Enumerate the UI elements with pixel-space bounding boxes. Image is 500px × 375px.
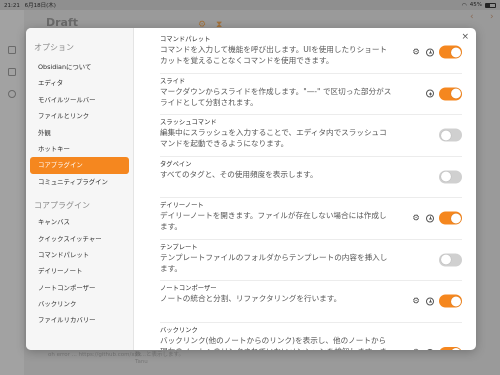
toggle-knob bbox=[450, 88, 461, 99]
toggle-knob bbox=[450, 213, 461, 224]
plugin-description: ノートの統合と分割、リファクタリングを行います。 bbox=[160, 294, 342, 303]
status-time: 21:21 bbox=[4, 3, 20, 9]
plugin-title: コマンドパレット bbox=[160, 36, 211, 43]
sidebar-section-core: コアプラグイン bbox=[34, 201, 90, 211]
plugin-title: デイリーノート bbox=[160, 202, 204, 209]
sidebar-core-list: キャンバス クイックスイッチャー コマンドパレット デイリーノート ノートコンポ… bbox=[26, 214, 133, 329]
plugin-title: ノートコンポーザー bbox=[160, 285, 217, 292]
plugin-toggle[interactable] bbox=[439, 170, 462, 184]
plugin-list: × コマンドパレット コマンドを入力して機能を呼び出します。UIを使用したりショ… bbox=[134, 28, 476, 350]
plugin-row: スラッシュコマンド 編集中にスラッシュを入力することで、エディタ内でスラッシュコ… bbox=[160, 115, 462, 157]
plugin-toggle[interactable] bbox=[439, 253, 462, 267]
gear-icon[interactable]: ⚙ bbox=[411, 213, 421, 223]
toggle-knob bbox=[440, 130, 451, 141]
plugin-description: コマンドを入力して機能を呼び出します。UIを使用したりショートカットを覚えること… bbox=[160, 45, 388, 65]
plus-circle-icon[interactable] bbox=[426, 89, 434, 98]
plugin-row: タグペイン すべてのタグと、その使用頻度を表示します。 bbox=[160, 157, 462, 198]
plugin-toggle[interactable] bbox=[439, 128, 462, 142]
plugin-title: テンプレート bbox=[160, 243, 198, 251]
sidebar-item-hotkeys[interactable]: ホットキー bbox=[30, 141, 129, 157]
plugin-title: タグペイン bbox=[160, 160, 192, 168]
plugin-row: ノートコンポーザー ノートの統合と分割、リファクタリングを行います。 ⚙ bbox=[160, 281, 462, 323]
gear-icon[interactable]: ⚙ bbox=[411, 47, 421, 57]
settings-modal: オプション Obsidianについて エディタ モバイルツールバー ファイルとリ… bbox=[26, 28, 476, 350]
plugin-title: バックリンク bbox=[160, 326, 198, 334]
tag-icon bbox=[8, 90, 16, 98]
plugin-toggle[interactable] bbox=[439, 87, 462, 101]
gear-icon[interactable]: ⚙ bbox=[411, 348, 421, 350]
sidebar-item-canvas[interactable]: キャンバス bbox=[30, 214, 129, 230]
plugin-controls bbox=[439, 170, 462, 184]
plugin-description: デイリーノートを開きます。ファイルが存在しない場合には作成します。 bbox=[160, 211, 387, 231]
plugin-description: テンプレートファイルのフォルダからテンプレートの内容を挿入します。 bbox=[160, 252, 388, 273]
sidebar-item-community-plugins[interactable]: コミュニティプラグイン bbox=[30, 174, 129, 190]
sidebar-item-about[interactable]: Obsidianについて bbox=[30, 59, 129, 75]
plugin-description: 編集中にスラッシュを入力することで、エディタ内でスラッシュコマンドを起動できるよ… bbox=[160, 128, 387, 148]
sidebar-item-editor[interactable]: エディタ bbox=[30, 75, 129, 91]
background-ribbon bbox=[0, 10, 24, 375]
status-date: 6月18日(木) bbox=[24, 3, 56, 9]
status-bar-left: 21:21 6月18日(木) bbox=[4, 1, 56, 9]
background-forward-icon: › bbox=[490, 12, 494, 22]
plugin-row: テンプレート テンプレートファイルのフォルダからテンプレートの内容を挿入します。 bbox=[160, 240, 462, 281]
status-bar: 21:21 6月18日(木) ◠ 45% bbox=[0, 0, 500, 10]
plugin-description: マークダウンからスライドを作成します。"—-" で区切った部分がスライドとして分… bbox=[160, 86, 392, 107]
gear-icon[interactable]: ⚙ bbox=[411, 296, 421, 306]
toggle-knob bbox=[450, 47, 461, 58]
plugin-controls: ⚙ bbox=[411, 211, 462, 225]
sidebar-item-quick-switcher[interactable]: クイックスイッチャー bbox=[30, 231, 129, 247]
sidebar-item-backlinks[interactable]: バックリンク bbox=[30, 296, 129, 312]
plus-circle-icon[interactable] bbox=[426, 214, 434, 223]
plugin-controls: ⚙ bbox=[411, 45, 462, 59]
plugin-toggle[interactable] bbox=[439, 211, 462, 225]
toggle-knob bbox=[450, 296, 461, 307]
sidebar-item-note-composer[interactable]: ノートコンポーザー bbox=[30, 280, 129, 296]
sidebar-item-daily-notes[interactable]: デイリーノート bbox=[30, 263, 129, 279]
grid-icon bbox=[8, 68, 16, 76]
plugin-description: すべてのタグと、その使用頻度を表示します。 bbox=[160, 169, 318, 179]
plugin-title: スラッシュコマンド bbox=[160, 119, 217, 126]
plus-circle-icon[interactable] bbox=[426, 48, 434, 57]
plugin-row: コマンドパレット コマンドを入力して機能を呼び出します。UIを使用したりショート… bbox=[160, 32, 462, 74]
close-icon[interactable]: × bbox=[461, 32, 469, 42]
sidebar-item-appearance[interactable]: 外観 bbox=[30, 125, 129, 141]
plugin-controls bbox=[426, 87, 462, 101]
toggle-knob bbox=[450, 348, 461, 350]
status-bar-right: ◠ 45% bbox=[462, 2, 496, 9]
plugin-row: バックリンク バックリンク(他のノートからのリンク)を表示し、他のノートから現在… bbox=[160, 323, 462, 351]
plugin-row: デイリーノート デイリーノートを開きます。ファイルが存在しない場合には作成します… bbox=[160, 198, 462, 240]
sidebar-item-core-plugins[interactable]: コアプラグイン bbox=[30, 157, 129, 174]
files-icon bbox=[8, 46, 16, 54]
plugin-controls bbox=[439, 128, 462, 142]
sidebar-item-mobile-toolbar[interactable]: モバイルツールバー bbox=[30, 92, 129, 108]
plugin-toggle[interactable] bbox=[439, 346, 462, 350]
toggle-knob bbox=[440, 254, 451, 265]
plugin-controls: ⚙ bbox=[411, 346, 462, 350]
toggle-knob bbox=[440, 171, 451, 182]
battery-percent: 45% bbox=[469, 2, 482, 8]
sidebar-section-options: オプション bbox=[34, 43, 74, 52]
plugin-toggle[interactable] bbox=[439, 45, 462, 59]
plus-circle-icon[interactable] bbox=[426, 297, 434, 306]
plugin-toggle[interactable] bbox=[439, 294, 462, 308]
plugin-row: スライド マークダウンからスライドを作成します。"—-" で区切った部分がスライ… bbox=[160, 74, 462, 115]
background-back-icon: ‹ bbox=[470, 12, 474, 22]
settings-sidebar: オプション Obsidianについて エディタ モバイルツールバー ファイルとリ… bbox=[26, 28, 134, 350]
plugin-title: スライド bbox=[160, 77, 186, 85]
sidebar-options-list: Obsidianについて エディタ モバイルツールバー ファイルとリンク 外観 … bbox=[26, 59, 133, 190]
wifi-icon: ◠ bbox=[461, 1, 467, 9]
plugin-controls bbox=[439, 253, 462, 267]
sidebar-item-files-links[interactable]: ファイルとリンク bbox=[30, 108, 129, 124]
battery-icon bbox=[485, 2, 496, 8]
plugin-description: バックリンク(他のノートからのリンク)を表示し、他のノートから現在のノートへのリ… bbox=[160, 335, 387, 351]
plugin-controls: ⚙ bbox=[411, 294, 462, 308]
plus-circle-icon[interactable] bbox=[426, 349, 434, 350]
sidebar-item-file-recovery[interactable]: ファイルリカバリー bbox=[30, 312, 129, 328]
sidebar-item-command-palette[interactable]: コマンドパレット bbox=[30, 247, 129, 263]
